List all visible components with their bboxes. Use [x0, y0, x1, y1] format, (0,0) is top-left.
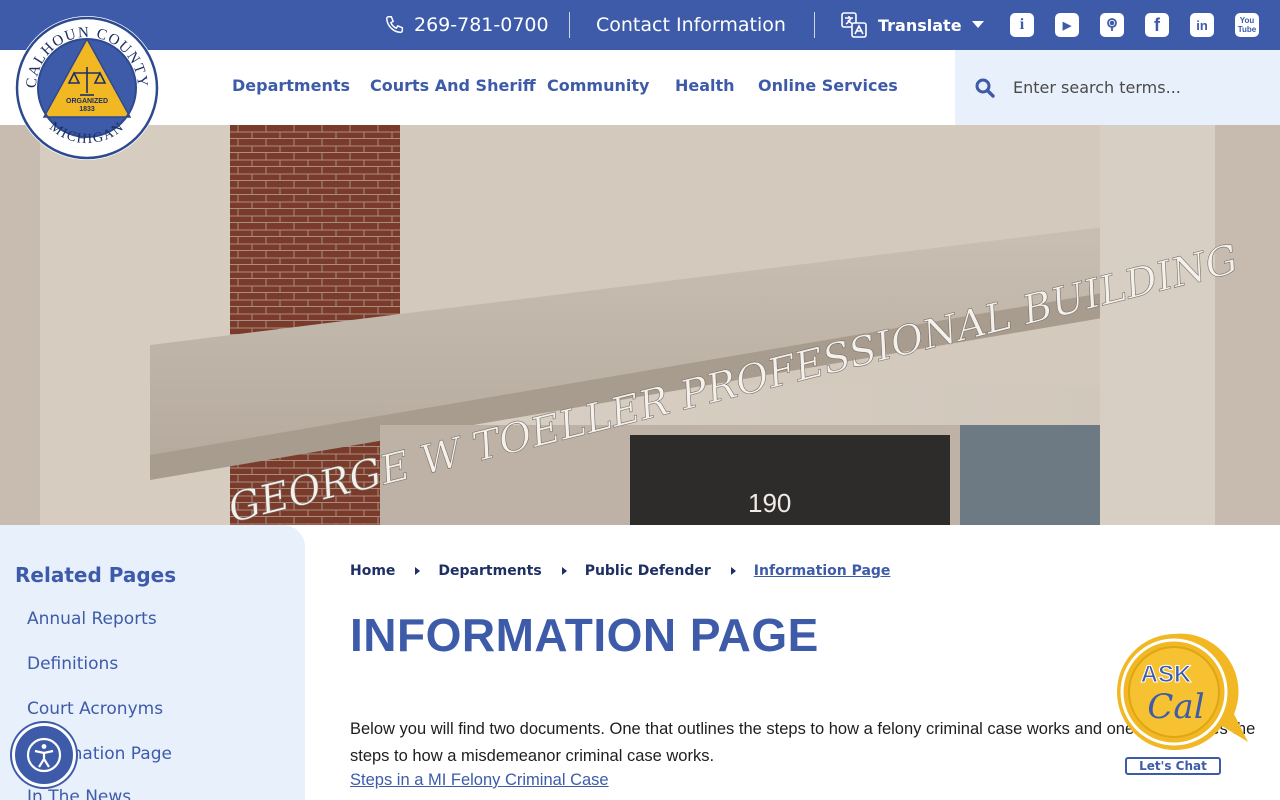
play-glyph: ▶ [1062, 19, 1072, 32]
podcast-icon[interactable] [1100, 13, 1124, 37]
info-glyph: i [1019, 16, 1025, 33]
county-seal-logo[interactable]: ORGANIZED 1833 CALHOUN COUNTY MICHIGAN [14, 15, 160, 161]
youtube-text-icon[interactable]: You Tube [1235, 13, 1259, 37]
logo-organized-text: ORGANIZED [66, 98, 108, 105]
search-icon[interactable] [975, 78, 995, 98]
linkedin-glyph: in [1196, 17, 1208, 33]
hero-building-image: GEORGE W TOELLER PROFESSIONAL BUILDING 1… [0, 125, 1280, 525]
ask-cal-chat-widget[interactable]: ASK Cal Let's Chat [1114, 632, 1254, 777]
sidebar-item-annual-reports[interactable]: Annual Reports [27, 609, 157, 629]
phone-icon [386, 16, 404, 34]
breadcrumb-departments[interactable]: Departments [438, 563, 541, 579]
cal-text: Cal [1147, 687, 1204, 727]
nav-health[interactable]: Health [675, 76, 735, 95]
address-number: 190 [748, 488, 791, 518]
breadcrumb-arrow-icon [561, 567, 567, 575]
nav-community[interactable]: Community [547, 76, 649, 95]
chat-bubble-icon: ASK Cal [1117, 633, 1248, 750]
facebook-glyph: f [1154, 14, 1160, 35]
chevron-down-icon [971, 21, 984, 28]
breadcrumb: Home Departments Public Defender Informa… [350, 561, 890, 581]
breadcrumb-current[interactable]: Information Page [754, 563, 891, 579]
microphone-icon [1107, 18, 1117, 31]
translate-icon [841, 12, 867, 38]
nav-departments[interactable]: Departments [232, 76, 350, 95]
contact-label: Contact Information [596, 14, 786, 36]
breadcrumb-home[interactable]: Home [350, 563, 395, 579]
search-box [955, 50, 1280, 125]
translate-button[interactable]: Translate [840, 10, 984, 40]
lets-chat-button[interactable]: Let's Chat [1125, 757, 1221, 775]
divider [569, 12, 570, 38]
accessibility-button[interactable] [12, 723, 76, 787]
translate-label: Translate [878, 15, 962, 35]
divider [814, 12, 815, 38]
youtube-glyph: You Tube [1237, 16, 1257, 34]
page-title: INFORMATION PAGE [350, 609, 819, 661]
breadcrumb-public-defender[interactable]: Public Defender [585, 563, 711, 579]
accessibility-icon [26, 737, 62, 773]
breadcrumb-arrow-icon [415, 567, 421, 575]
sidebar-item-court-acronyms[interactable]: Court Acronyms [27, 699, 163, 719]
info-icon[interactable]: i [1010, 13, 1034, 37]
sidebar-item-in-the-news[interactable]: In The News [27, 787, 131, 800]
contact-information-link[interactable]: Contact Information [596, 12, 786, 38]
phone-link[interactable]: 269-781-0700 [384, 12, 549, 38]
youtube-icon[interactable]: ▶ [1055, 13, 1079, 37]
logo-year-text: 1833 [79, 106, 95, 113]
nav-online-services[interactable]: Online Services [758, 76, 898, 95]
felony-case-steps-link[interactable]: Steps in a MI Felony Criminal Case [350, 771, 609, 790]
breadcrumb-arrow-icon [730, 567, 736, 575]
phone-number: 269-781-0700 [414, 14, 549, 36]
ask-text: ASK [1141, 661, 1192, 688]
nav-courts-and-sheriff[interactable]: Courts And Sheriff [370, 76, 536, 95]
facebook-icon[interactable]: f [1145, 13, 1169, 37]
utility-bar: 269-781-0700 Contact Information Transla… [0, 0, 1280, 50]
sidebar-title: Related Pages [15, 563, 177, 587]
sidebar-item-definitions[interactable]: Definitions [27, 654, 118, 674]
search-input[interactable] [1013, 72, 1263, 102]
linkedin-icon[interactable]: in [1190, 13, 1214, 37]
